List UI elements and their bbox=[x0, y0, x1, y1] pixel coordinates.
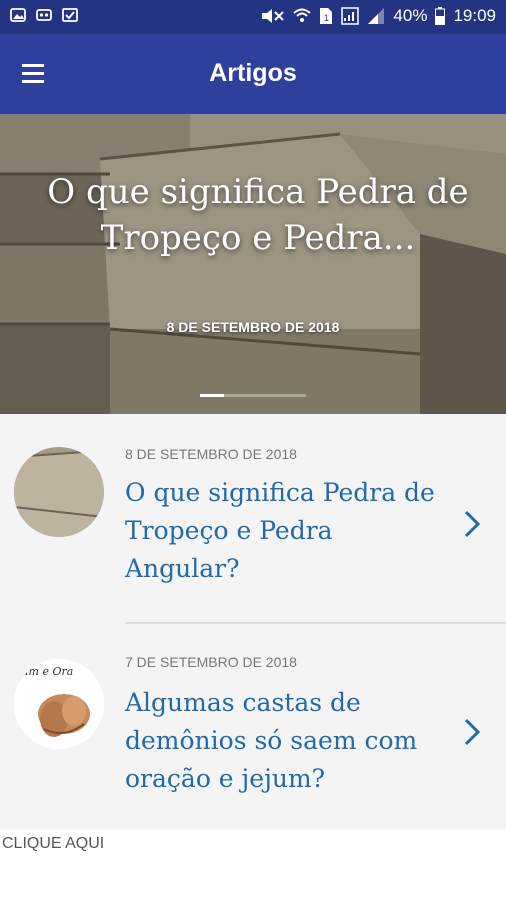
list-item-article-2[interactable]: am e Ora 7 DE SETEMBRO DE 2018 Algumas c… bbox=[0, 624, 506, 830]
checklist-icon bbox=[62, 8, 78, 22]
article-date: 8 DE SETEMBRO DE 2018 bbox=[125, 446, 297, 462]
list-item-article-1[interactable]: 8 DE SETEMBRO DE 2018 O que significa Pe… bbox=[0, 414, 506, 622]
gallery-icon bbox=[10, 8, 26, 22]
carousel-indicator-active bbox=[200, 394, 224, 397]
voicemail-icon bbox=[36, 9, 52, 21]
article-title: O que significa Pedra de Tropeço e Pedra… bbox=[125, 478, 435, 583]
click-here-link[interactable]: CLIQUE AQUI bbox=[2, 835, 104, 853]
article-title: Algumas castas de demônios só saem com o… bbox=[125, 688, 418, 793]
featured-article-title: O que significa Pedra de Tropeço e Pedra… bbox=[47, 172, 469, 258]
chevron-right-icon bbox=[464, 510, 481, 538]
mute-icon bbox=[262, 9, 285, 23]
app-bar: Artigos bbox=[0, 34, 506, 114]
page-title: Artigos bbox=[209, 59, 297, 87]
wifi-icon bbox=[293, 8, 312, 22]
system-icons: 1 40% 19:09 bbox=[259, 6, 496, 26]
svg-text:1: 1 bbox=[324, 13, 329, 23]
carousel-indicator bbox=[200, 394, 306, 397]
signal-box-icon bbox=[341, 7, 360, 25]
article-thumbnail: am e Ora bbox=[14, 659, 104, 749]
signal-strength-icon bbox=[368, 8, 385, 24]
clock: 19:09 bbox=[453, 6, 496, 25]
article-list: 8 DE SETEMBRO DE 2018 O que significa Pe… bbox=[0, 414, 506, 830]
status-bar: 1 40% 19:09 bbox=[0, 0, 506, 34]
stone-wall-image bbox=[0, 114, 506, 414]
sim-icon: 1 bbox=[320, 8, 333, 24]
svg-text:am e Ora: am e Ora bbox=[22, 665, 73, 678]
notification-icons bbox=[10, 7, 78, 23]
featured-article-date: 8 DE SETEMBRO DE 2018 bbox=[166, 319, 340, 335]
chevron-right-icon bbox=[464, 718, 481, 746]
battery-percent: 40% bbox=[393, 6, 428, 25]
article-thumbnail bbox=[14, 447, 104, 537]
featured-article-carousel[interactable]: O que significa Pedra de Tropeço e Pedra… bbox=[0, 114, 506, 414]
article-date: 7 DE SETEMBRO DE 2018 bbox=[125, 654, 297, 670]
battery-icon bbox=[435, 7, 446, 25]
